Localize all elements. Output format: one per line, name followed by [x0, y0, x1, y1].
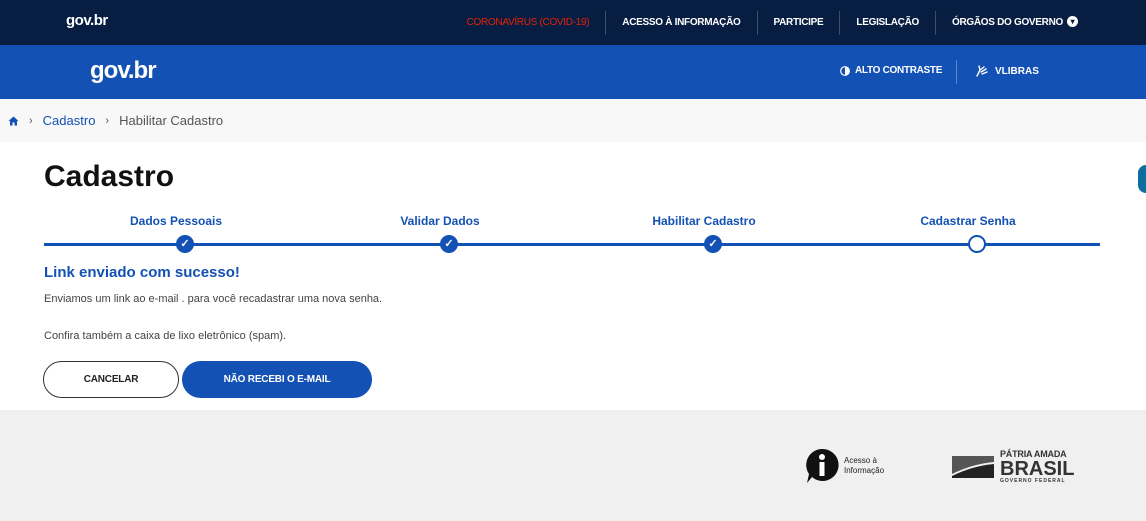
nav-link-acesso-informacao[interactable]: ACESSO À INFORMAÇÃO: [605, 10, 756, 35]
vlibras-label: VLIBRAS: [995, 65, 1039, 77]
acesso-informacao-text: Acesso à Informação: [844, 456, 904, 476]
step-label-habilitar-cadastro: Habilitar Cadastro: [652, 214, 756, 228]
acesso-line2: Informação: [844, 466, 885, 475]
patria-amada-text: PÁTRIA AMADA BRASIL GOVERNO FEDERAL: [1000, 450, 1074, 484]
breadcrumb-current: Habilitar Cadastro: [119, 113, 224, 128]
patria-bottom-line: GOVERNO FEDERAL: [1000, 478, 1066, 484]
acesso-informacao-logo[interactable]: Acesso à Informação: [804, 447, 904, 485]
spam-hint-message: Confira também a caixa de lixo eletrônic…: [44, 330, 287, 342]
step-label-dados-pessoais: Dados Pessoais: [129, 214, 223, 228]
header-divider: [956, 60, 957, 84]
email-sent-message: Enviamos um link ao e-mail . para você r…: [44, 293, 383, 305]
flag-emblem-icon: [952, 456, 994, 478]
govbr-small-logo[interactable]: gov.br: [66, 12, 108, 29]
top-bar: gov.br CORONAVÍRUS (COVID-19) ACESSO À I…: [0, 0, 1146, 45]
success-title: Link enviado com sucesso!: [44, 264, 240, 281]
footer: Acesso à Informação PÁTRIA AMADA BRASIL …: [0, 410, 1146, 521]
high-contrast-button[interactable]: ALTO CONTRASTE: [840, 65, 942, 76]
chevron-right-icon: ›: [105, 114, 110, 127]
cancel-button[interactable]: CANCELAR: [43, 361, 179, 398]
step-label-validar-dados: Validar Dados: [400, 214, 480, 228]
step-label-cadastrar-senha: Cadastrar Senha: [920, 214, 1016, 228]
info-icon: [806, 448, 839, 483]
side-feedback-tab[interactable]: [1138, 165, 1146, 193]
stepper-line: [44, 243, 1100, 246]
chevron-down-icon: ▾: [1067, 16, 1078, 28]
home-icon[interactable]: [8, 116, 19, 126]
nav-link-coronavirus[interactable]: CORONAVÍRUS (COVID-19): [451, 11, 606, 35]
hand-sign-icon: [976, 65, 988, 77]
nav-link-participe[interactable]: PARTICIPE: [756, 10, 840, 35]
nav-link-orgaos-governo[interactable]: ÓRGÃOS DO GOVERNO ▾: [934, 10, 1094, 35]
step-check-icon: ✓: [440, 235, 458, 253]
nav-link-orgaos-label: ÓRGÃOS DO GOVERNO: [951, 16, 1063, 28]
govbr-logo[interactable]: gov.br: [90, 57, 157, 85]
breadcrumb-link-cadastro[interactable]: Cadastro: [43, 113, 96, 128]
resend-email-button[interactable]: NÃO RECEBI O E-MAIL: [182, 361, 372, 398]
step-pending-circle-icon: [968, 235, 986, 253]
patria-amada-brasil-logo[interactable]: PÁTRIA AMADA BRASIL GOVERNO FEDERAL: [950, 450, 1074, 484]
nav-link-legislacao[interactable]: LEGISLAÇÃO: [839, 10, 935, 35]
step-check-icon: ✓: [176, 235, 194, 253]
vlibras-button[interactable]: VLIBRAS: [975, 65, 1039, 77]
step-check-icon: ✓: [704, 235, 722, 253]
acesso-line1: Acesso à: [844, 456, 877, 465]
progress-stepper: Dados Pessoais ✓ Validar Dados ✓ Habilit…: [44, 214, 1100, 259]
page-title: Cadastro: [44, 160, 175, 193]
high-contrast-label: ALTO CONTRASTE: [855, 65, 943, 76]
contrast-icon: [840, 65, 850, 76]
main-header: gov.br ALTO CONTRASTE VLIBRAS: [0, 45, 1146, 99]
breadcrumb: › Cadastro › Habilitar Cadastro: [0, 99, 1146, 142]
chevron-right-icon: ›: [29, 114, 33, 127]
top-nav: CORONAVÍRUS (COVID-19) ACESSO À INFORMAÇ…: [451, 0, 1094, 45]
patria-mid-line: BRASIL: [1000, 458, 1075, 480]
